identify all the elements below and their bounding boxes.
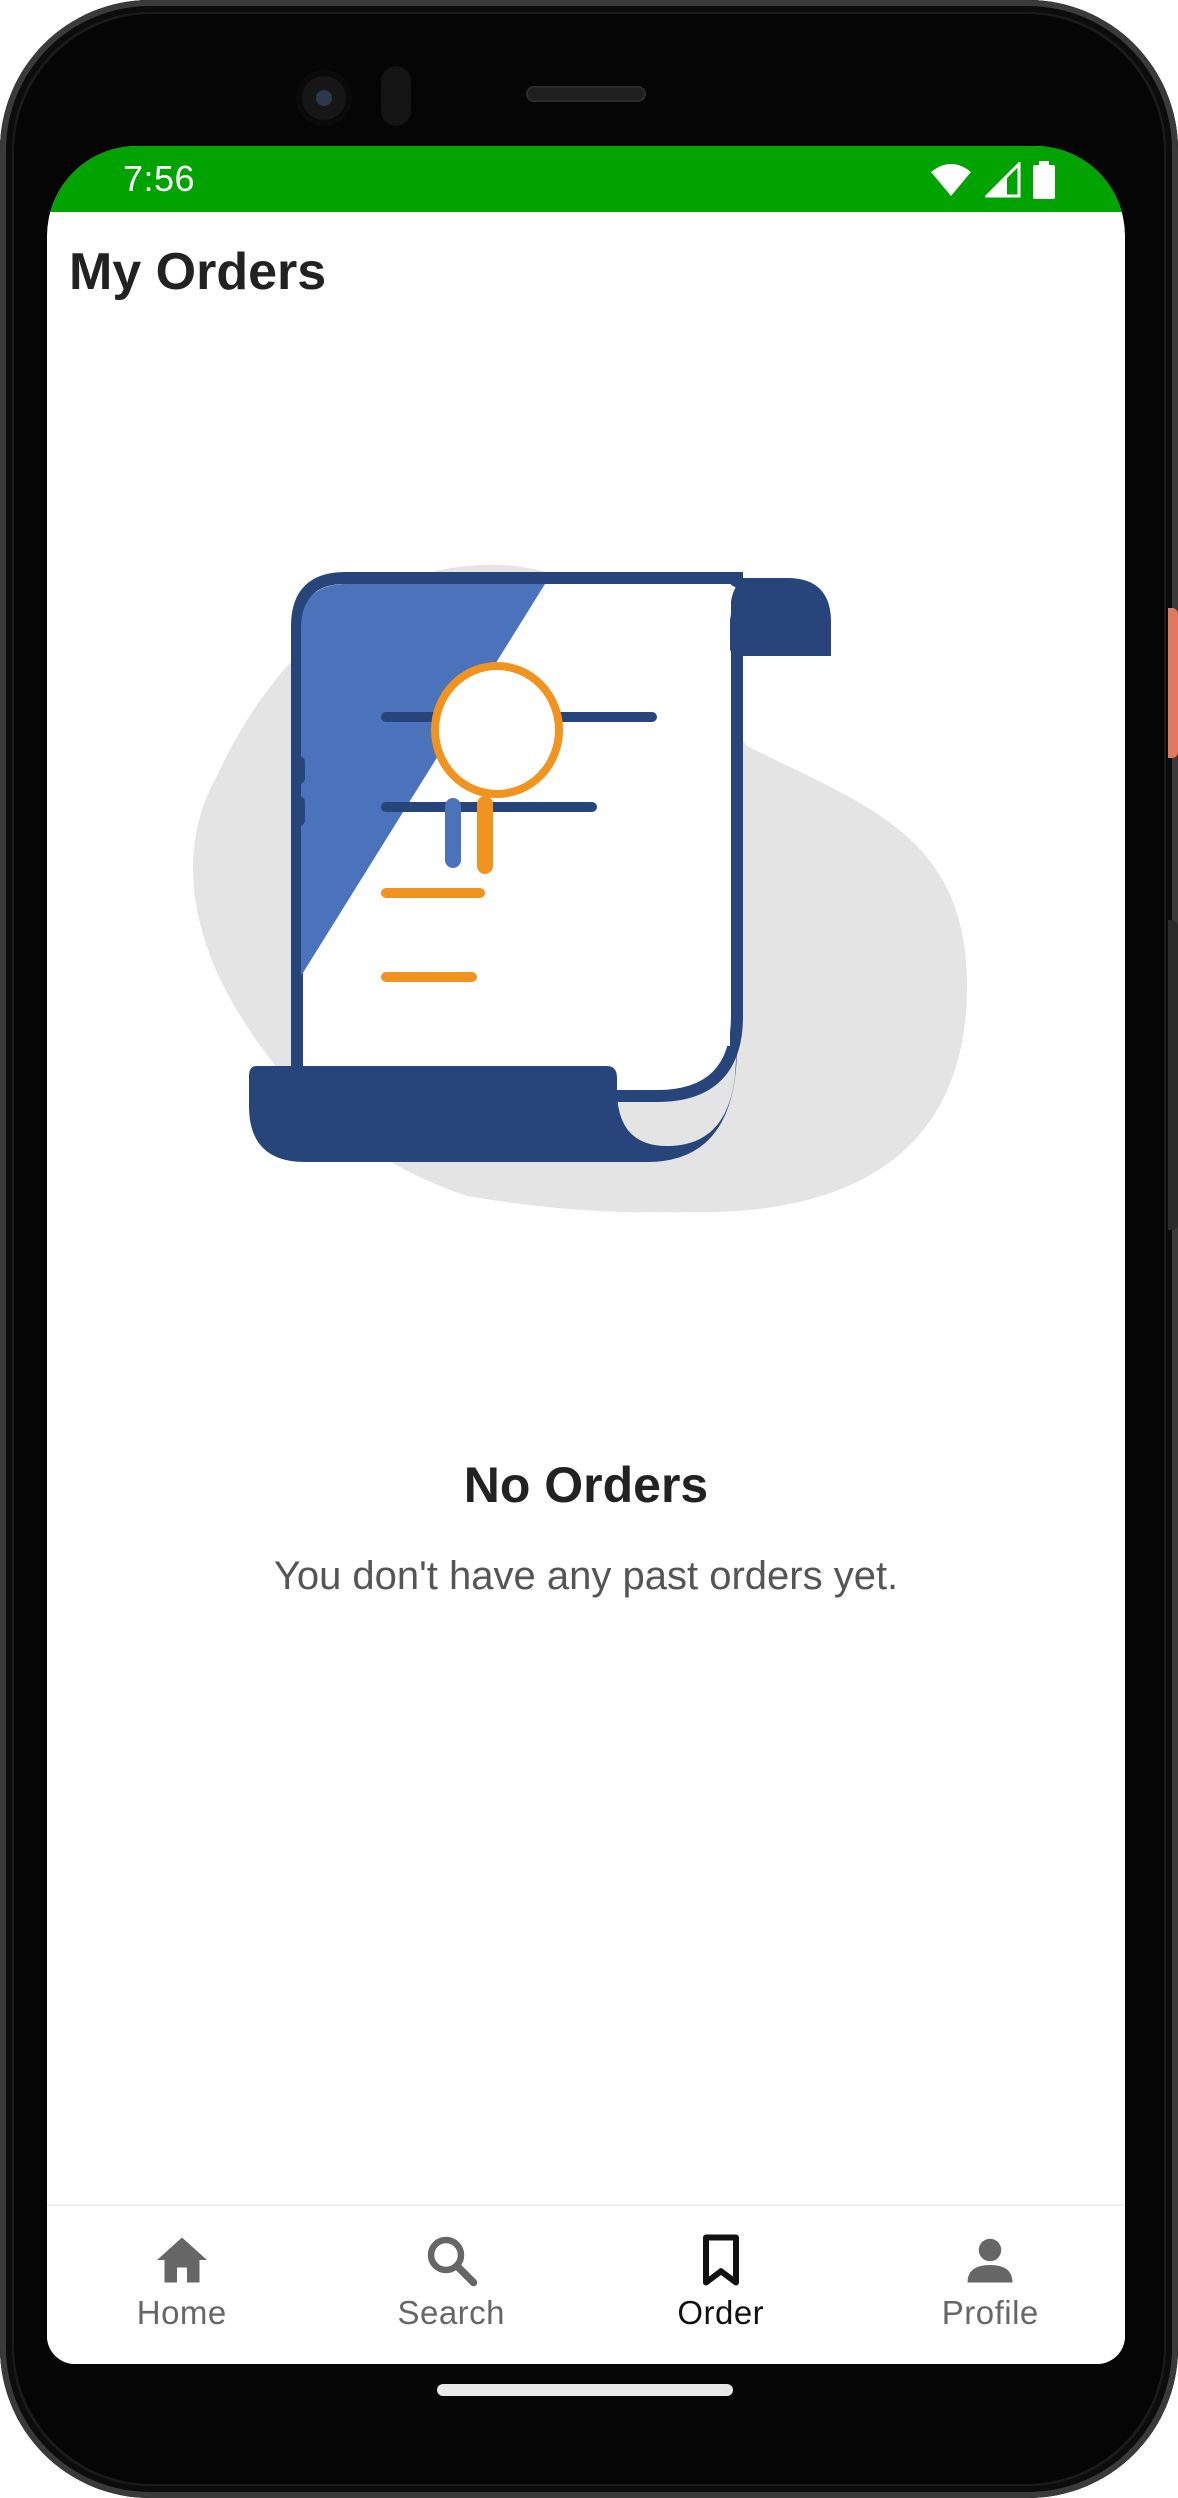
front-camera <box>296 70 352 126</box>
nav-label-home: Home <box>136 2294 227 2331</box>
volume-button <box>1168 920 1178 1230</box>
bottom-navigation: Home Search Order Profile <box>47 2204 1125 2364</box>
empty-state-title: No Orders <box>463 1457 709 1513</box>
home-icon <box>156 2237 207 2283</box>
search-icon <box>428 2236 478 2287</box>
empty-state-subtitle: You don't have any past orders yet. <box>273 1554 899 1598</box>
person-icon <box>967 2238 1013 2283</box>
nav-item-search[interactable]: Search <box>317 2206 587 2364</box>
nav-label-profile: Profile <box>941 2294 1039 2331</box>
earpiece-speaker <box>526 86 646 102</box>
power-button <box>1168 608 1178 758</box>
nav-label-search: Search <box>397 2294 506 2331</box>
device-frame: 7:56 My Orders No Orders You don't have … <box>0 0 1178 2498</box>
nav-item-profile[interactable]: Profile <box>856 2206 1126 2364</box>
nav-label-order: Order <box>677 2294 765 2331</box>
app-screen: 7:56 My Orders No Orders You don't have … <box>47 146 1125 2364</box>
document-scroll-magnifier-icon <box>193 564 967 1213</box>
proximity-sensor <box>381 66 411 126</box>
bookmark-icon <box>702 2234 739 2286</box>
home-gesture-bar[interactable] <box>437 2384 733 2396</box>
nav-item-order[interactable]: Order <box>586 2206 856 2364</box>
nav-item-home[interactable]: Home <box>47 2206 317 2364</box>
